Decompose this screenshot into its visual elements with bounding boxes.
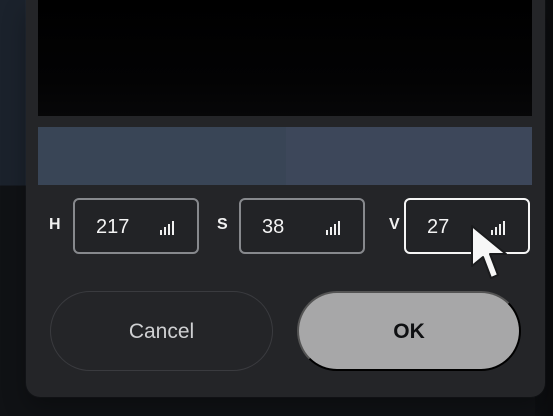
hue-label: H [49, 216, 61, 233]
hue-value: 217 [96, 216, 130, 238]
saturation-value: 38 [262, 216, 285, 238]
ok-button[interactable]: OK [297, 291, 521, 371]
saturation-field[interactable]: 38 [239, 198, 365, 254]
cancel-button[interactable]: Cancel [50, 291, 273, 371]
signal-bars-icon [491, 221, 505, 235]
new-color-swatch [286, 127, 532, 185]
hue-field[interactable]: 217 [73, 198, 199, 254]
signal-bars-icon [160, 221, 174, 235]
color-picker-dialog: H 217 S 38 V 27 Cancel OK [26, 0, 545, 397]
saturation-label: S [217, 216, 228, 233]
hsv-controls: H 217 S 38 V 27 [38, 198, 532, 256]
color-swatch-row [38, 127, 532, 185]
screen: H 217 S 38 V 27 Cancel OK [0, 0, 553, 416]
value-value: 27 [427, 216, 450, 238]
value-field[interactable]: 27 [404, 198, 530, 254]
dialog-actions: Cancel OK [50, 291, 521, 375]
signal-bars-icon [326, 221, 340, 235]
color-area[interactable] [38, 0, 532, 116]
value-label: V [389, 216, 400, 233]
current-color-swatch [38, 127, 286, 185]
